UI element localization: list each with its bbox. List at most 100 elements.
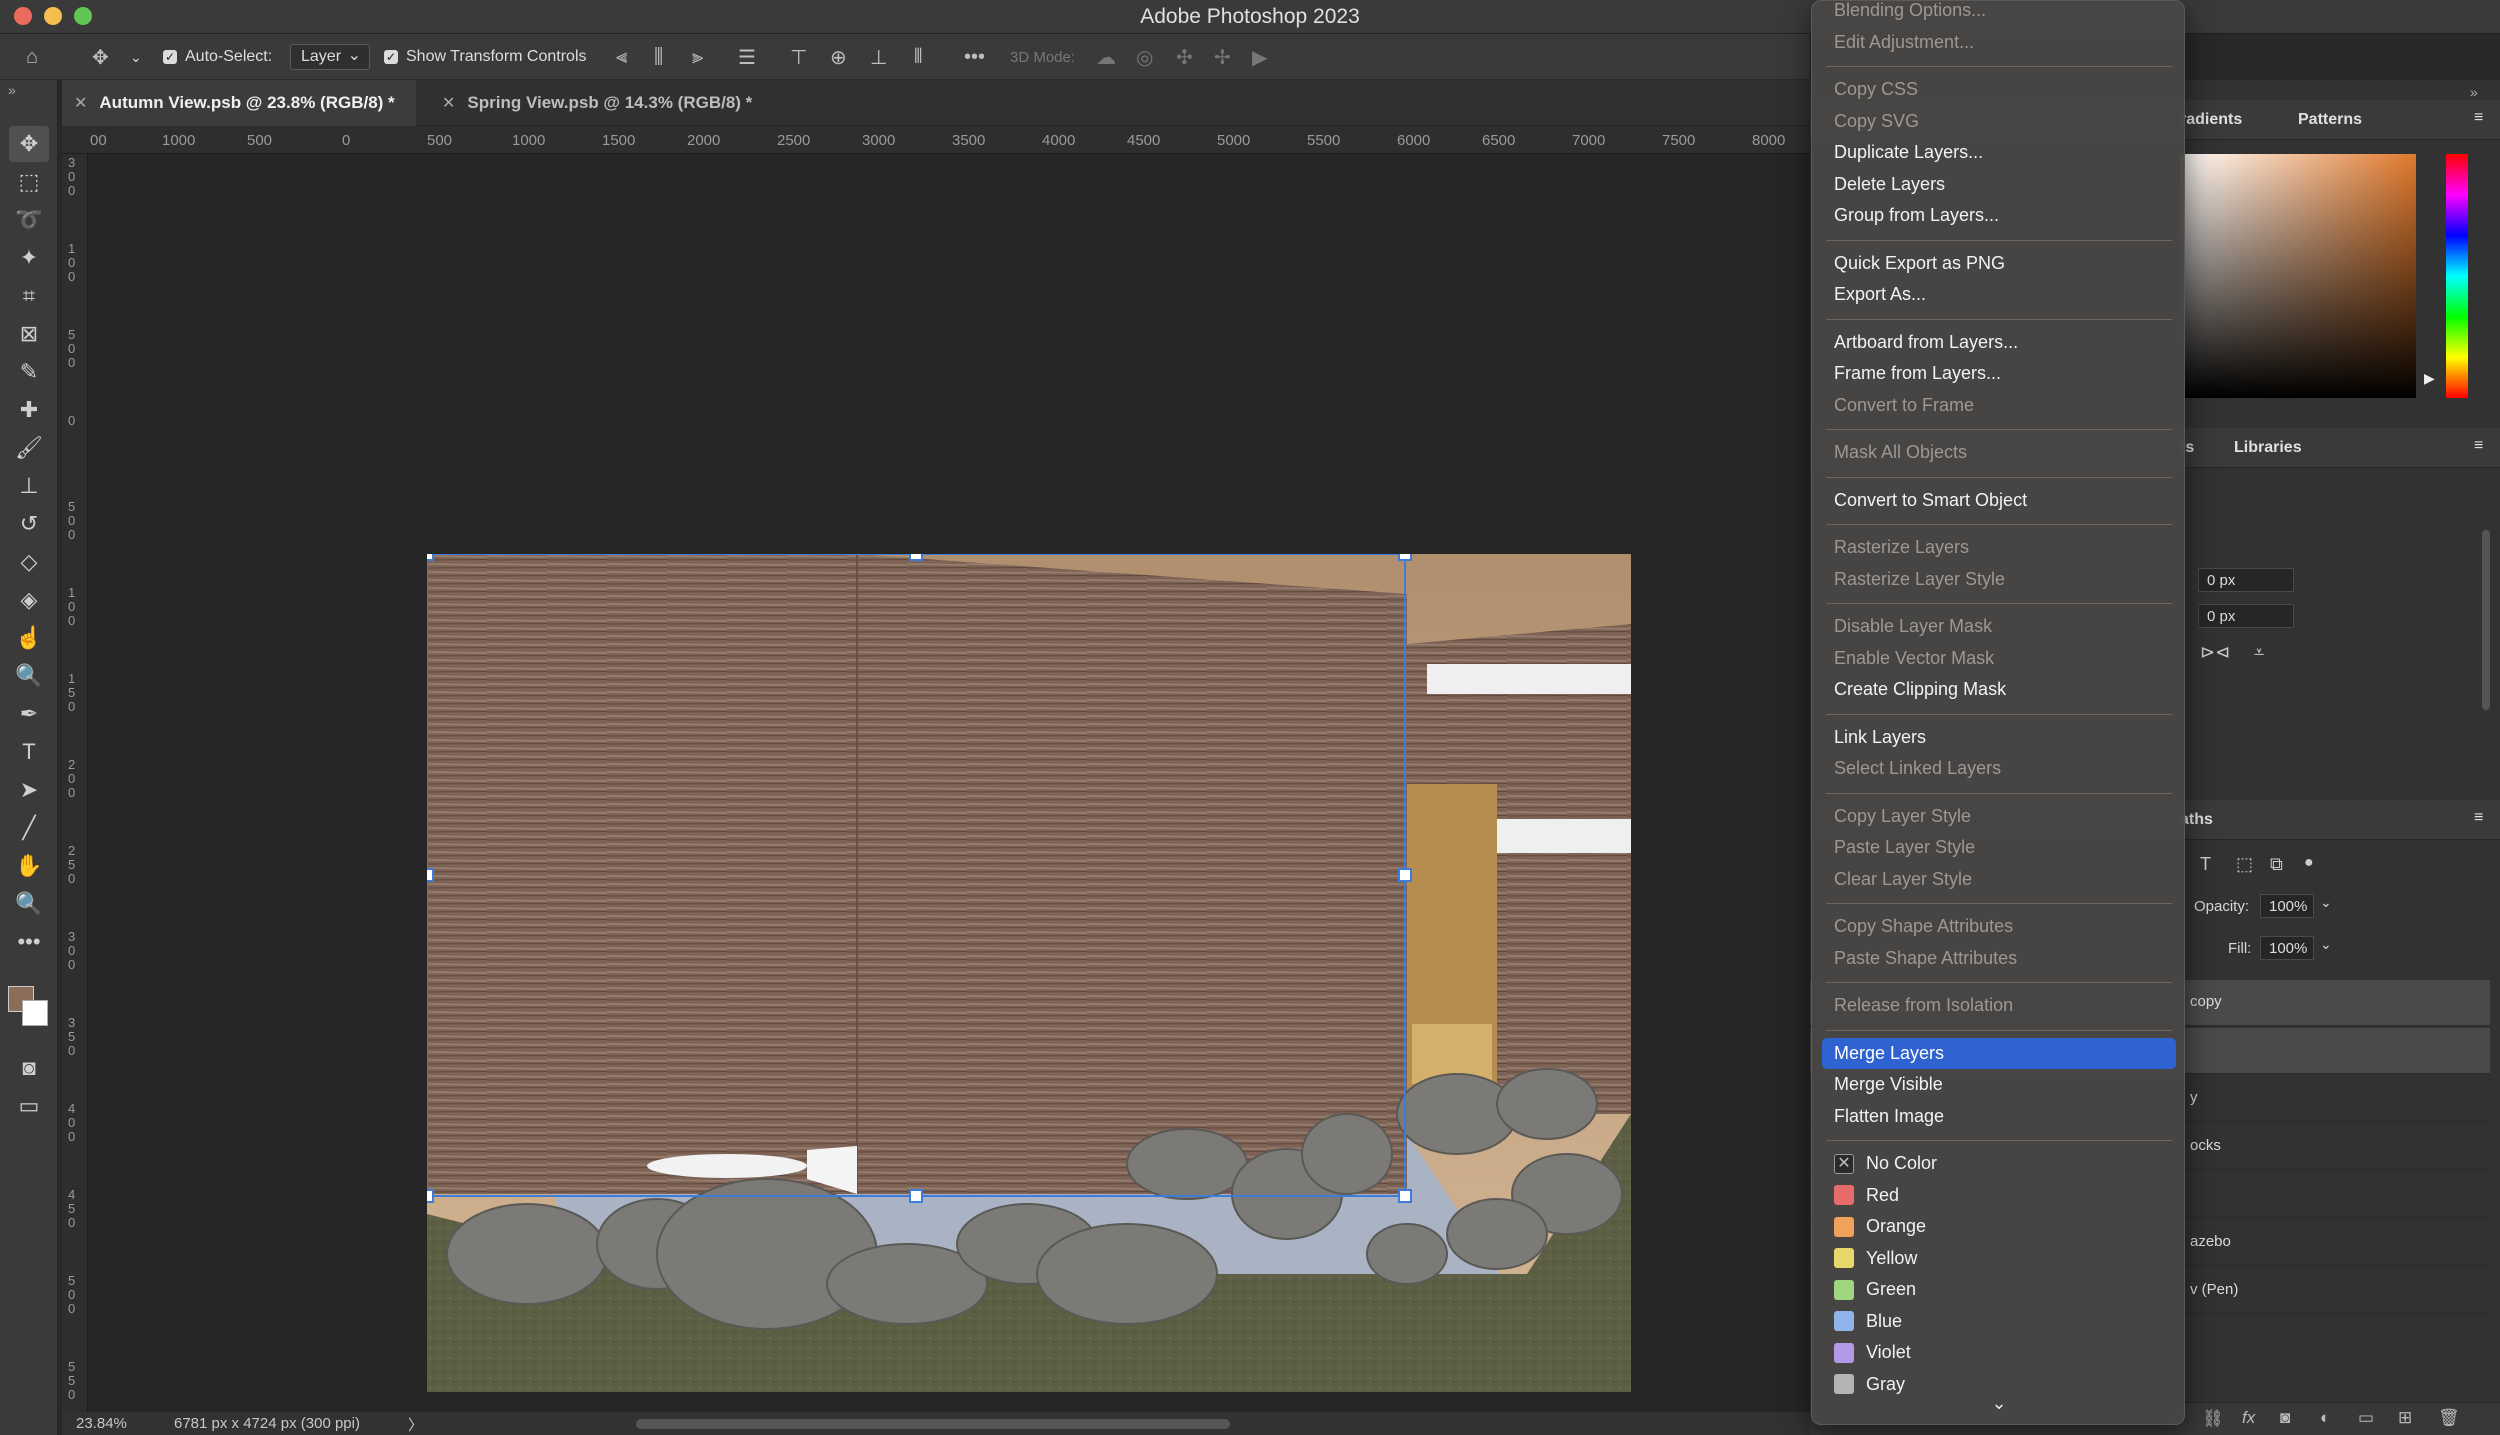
tool-preset-dropdown[interactable]: ⌄ xyxy=(130,34,142,80)
dodge-tool-icon[interactable]: 🔍 xyxy=(9,658,49,694)
opacity-field[interactable]: 100% xyxy=(2260,894,2314,918)
marquee-tool-icon[interactable]: ⬚ xyxy=(9,164,49,200)
filter-smart-object-icon[interactable]: ⧉ xyxy=(2270,854,2283,875)
fx-icon[interactable]: fx xyxy=(2242,1408,2255,1428)
frame-tool-icon[interactable]: ⊠ xyxy=(9,316,49,352)
hand-tool-icon[interactable]: ✋ xyxy=(9,848,49,884)
menu-item-group-from-layers[interactable]: Group from Layers... xyxy=(1822,200,2176,231)
close-tab-icon[interactable]: ✕ xyxy=(74,93,87,113)
align-center-icon[interactable]: ⫼ xyxy=(654,34,663,80)
menu-item-quick-export-as-png[interactable]: Quick Export as PNG xyxy=(1822,248,2176,279)
more-options-icon[interactable]: ••• xyxy=(964,34,985,80)
flip-vertical-icon[interactable]: ⩡ xyxy=(2254,642,2264,663)
eyedropper-tool-icon[interactable]: ✎ xyxy=(9,354,49,390)
background-color-swatch[interactable] xyxy=(22,1000,48,1026)
tab-patterns[interactable]: Patterns xyxy=(2298,111,2362,129)
zoom-level[interactable]: 23.84% xyxy=(76,1415,127,1432)
link-layers-icon[interactable]: ⛓ xyxy=(2202,1409,2224,1429)
trash-icon[interactable]: 🗑 xyxy=(2438,1408,2460,1428)
new-group-icon[interactable]: ▭ xyxy=(2358,1408,2374,1428)
menu-item-duplicate-layers[interactable]: Duplicate Layers... xyxy=(1822,137,2176,168)
align-middle-icon[interactable]: ⊕ xyxy=(830,34,847,80)
align-left-icon[interactable]: ⫷ xyxy=(616,34,627,80)
3d-camera-icon[interactable]: ▶ xyxy=(1252,34,1267,80)
adjustment-layer-icon[interactable]: ◐ xyxy=(2320,1408,2330,1428)
move-tool-icon[interactable]: ✥ xyxy=(9,126,49,162)
filter-shape-icon[interactable]: ⬚ xyxy=(2236,854,2253,875)
fill-dropdown-icon[interactable]: ⌄ xyxy=(2320,936,2332,953)
show-transform-controls-checkbox[interactable]: ✓ Show Transform Controls xyxy=(384,34,587,80)
scroll-down-indicator[interactable]: ⌄ xyxy=(1812,1393,2184,1414)
filter-toggle-icon[interactable]: ● xyxy=(2304,854,2314,872)
history-brush-tool-icon[interactable]: ↺ xyxy=(9,506,49,542)
hue-slider[interactable] xyxy=(2446,154,2468,398)
menu-item-link-layers[interactable]: Link Layers xyxy=(1822,722,2176,753)
horizontal-scrollbar[interactable] xyxy=(636,1419,1230,1429)
add-mask-icon[interactable]: ◙ xyxy=(2280,1408,2290,1428)
menu-item-no-color[interactable]: ✕ No Color xyxy=(1822,1148,2176,1179)
fill-field[interactable]: 100% xyxy=(2260,936,2314,960)
distribute-spacing-icon[interactable]: ⫴ xyxy=(914,34,922,80)
close-tab-icon[interactable]: ✕ xyxy=(442,93,455,113)
tab-gradients[interactable]: radients xyxy=(2180,111,2242,129)
brush-tool-icon[interactable]: 🖌 xyxy=(9,430,49,466)
menu-item-yellow[interactable]: Yellow xyxy=(1822,1243,2176,1274)
tab-spring-view[interactable]: ✕ Spring View.psb @ 14.3% (RGB/8) * xyxy=(430,80,780,126)
opacity-dropdown-icon[interactable]: ⌄ xyxy=(2320,894,2332,911)
crop-tool-icon[interactable]: ⌗ xyxy=(9,278,49,314)
align-right-icon[interactable]: ⫸ xyxy=(692,34,703,80)
lasso-tool-icon[interactable]: ➰ xyxy=(9,202,49,238)
collapse-icon[interactable]: » xyxy=(8,82,16,98)
pen-tool-icon[interactable]: ✒ xyxy=(9,696,49,732)
menu-item-delete-layers[interactable]: Delete Layers xyxy=(1822,169,2176,200)
menu-item-green[interactable]: Green xyxy=(1822,1274,2176,1305)
menu-item-artboard-from-layers[interactable]: Artboard from Layers... xyxy=(1822,327,2176,358)
distribute-icon[interactable]: ☰ xyxy=(738,34,756,80)
path-selection-tool-icon[interactable]: ➤ xyxy=(9,772,49,808)
panel-menu-icon[interactable]: ≡ xyxy=(2474,109,2483,127)
menu-item-frame-from-layers[interactable]: Frame from Layers... xyxy=(1822,358,2176,389)
document-canvas[interactable] xyxy=(427,554,1631,1392)
menu-item-orange[interactable]: Orange xyxy=(1822,1211,2176,1242)
align-top-icon[interactable]: ⊤ xyxy=(790,34,807,80)
properties-scrollbar[interactable] xyxy=(2482,530,2490,710)
edit-toolbar-icon[interactable]: ••• xyxy=(9,924,49,960)
panel-menu-icon[interactable]: ≡ xyxy=(2474,809,2483,827)
healing-brush-tool-icon[interactable]: ✚ xyxy=(9,392,49,428)
color-picker-field[interactable] xyxy=(2180,154,2416,398)
tab-autumn-view[interactable]: ✕ Autumn View.psb @ 23.8% (RGB/8) * xyxy=(62,80,416,126)
3d-roll-icon[interactable]: ◎ xyxy=(1136,34,1153,80)
flip-horizontal-icon[interactable]: ⊳⊲ xyxy=(2200,642,2230,663)
magic-wand-tool-icon[interactable]: ✦ xyxy=(9,240,49,276)
status-menu-arrow[interactable]: 〉 xyxy=(408,1414,423,1435)
type-tool-icon[interactable]: T xyxy=(9,734,49,770)
panel-menu-icon[interactable]: ≡ xyxy=(2474,437,2483,455)
canvas-area[interactable] xyxy=(88,154,1810,1414)
tab-libraries[interactable]: Libraries xyxy=(2234,439,2302,457)
eraser-tool-icon[interactable]: ◇ xyxy=(9,544,49,580)
menu-item-merge-layers[interactable]: Merge Layers xyxy=(1822,1037,2176,1069)
move-tool-icon[interactable]: ✥ xyxy=(92,34,109,80)
3d-pan-icon[interactable]: ✣ xyxy=(1176,34,1193,80)
paint-bucket-tool-icon[interactable]: ◈ xyxy=(9,582,49,618)
3d-orbit-icon[interactable]: ☁ xyxy=(1096,34,1116,80)
menu-item-blue[interactable]: Blue xyxy=(1822,1306,2176,1337)
filter-type-icon[interactable]: T xyxy=(2200,854,2211,875)
screen-mode-icon[interactable]: ▭ xyxy=(9,1088,49,1124)
home-icon[interactable]: ⌂ xyxy=(26,34,38,80)
x-position-field[interactable]: 0 px xyxy=(2198,568,2294,592)
menu-item-violet[interactable]: Violet xyxy=(1822,1337,2176,1368)
menu-item-convert-to-smart-object[interactable]: Convert to Smart Object xyxy=(1822,485,2176,516)
auto-select-target-dropdown[interactable]: Layer xyxy=(290,44,371,70)
menu-item-red[interactable]: Red xyxy=(1822,1180,2176,1211)
align-bottom-icon[interactable]: ⊥ xyxy=(870,34,887,80)
menu-item-flatten-image[interactable]: Flatten Image xyxy=(1822,1101,2176,1132)
zoom-tool-icon[interactable]: 🔍 xyxy=(9,886,49,922)
auto-select-checkbox[interactable]: ✓ Auto-Select: xyxy=(163,34,272,80)
stamp-tool-icon[interactable]: ⊥ xyxy=(9,468,49,504)
menu-item-export-as[interactable]: Export As... xyxy=(1822,279,2176,310)
menu-item-create-clipping-mask[interactable]: Create Clipping Mask xyxy=(1822,674,2176,705)
line-tool-icon[interactable]: ╱ xyxy=(9,810,49,846)
smudge-tool-icon[interactable]: ☝ xyxy=(9,620,49,656)
expand-icon[interactable]: » xyxy=(2470,84,2478,100)
